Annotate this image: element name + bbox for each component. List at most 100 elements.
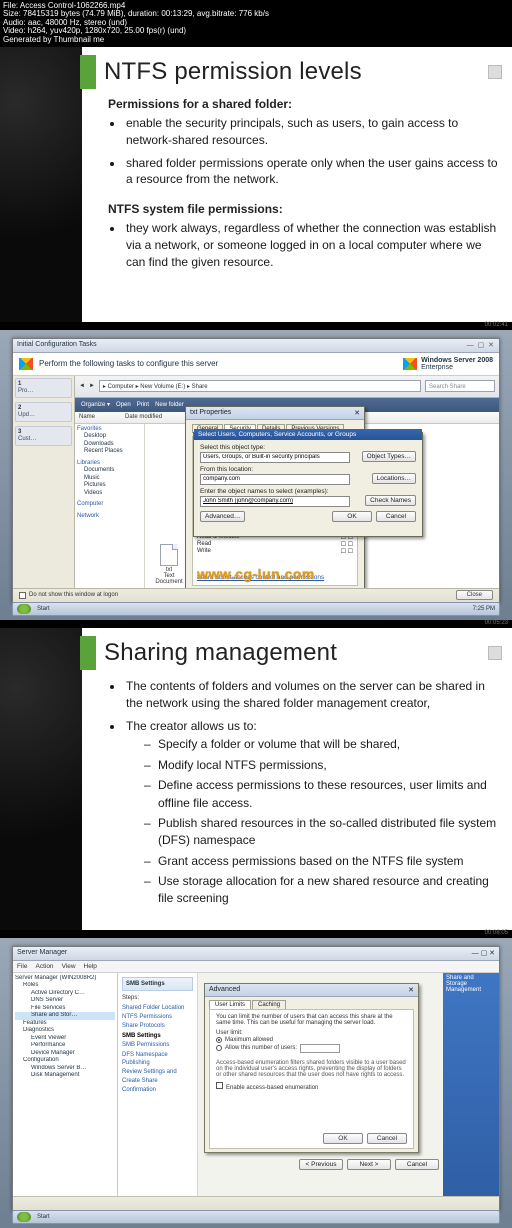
menu-help[interactable]: Help <box>84 963 97 970</box>
tree-item[interactable]: Music <box>77 475 142 483</box>
advanced-button[interactable]: Advanced… <box>200 511 245 522</box>
help-link[interactable]: Learn about access control and permissio… <box>197 574 324 581</box>
tb-newfolder[interactable]: New folder <box>155 402 184 408</box>
menu-file[interactable]: File <box>17 963 27 970</box>
radio-max-allowed[interactable]: Maximum allowed <box>216 1037 407 1043</box>
object-names-input[interactable] <box>200 496 350 507</box>
window-titlebar[interactable]: Server Manager — ▢ ✕ <box>13 947 499 961</box>
sub-bullet: Define access permissions to these resou… <box>144 777 502 812</box>
tree-group[interactable]: Network <box>77 513 142 521</box>
close-button[interactable]: Close <box>456 590 493 600</box>
dont-show-checkbox[interactable]: Do not show this window at logon <box>19 592 118 599</box>
tree-item[interactable]: Roles <box>15 982 115 990</box>
previous-button[interactable]: < Previous <box>299 1159 343 1170</box>
perm-item: Write <box>197 548 211 555</box>
menu-bar[interactable]: File Action View Help <box>13 961 499 973</box>
tree-item[interactable]: Recent Places <box>77 448 142 456</box>
tree-item[interactable]: File Services <box>15 1005 115 1013</box>
tree-item[interactable]: Event Viewer <box>15 1035 115 1043</box>
nav-back-icon[interactable]: ◄ <box>79 383 85 389</box>
cancel-button[interactable]: Cancel <box>395 1159 439 1170</box>
tree-item[interactable]: Pictures <box>77 482 142 490</box>
user-count-input[interactable] <box>300 1044 340 1053</box>
radio-allow-number[interactable]: Allow this number of users: <box>216 1044 407 1053</box>
menu-view[interactable]: View <box>62 963 76 970</box>
tree-item-selected[interactable]: Share and Stor… <box>15 1012 115 1020</box>
step-item[interactable]: Confirmation <box>122 1086 193 1094</box>
task-item[interactable]: Upd… <box>18 412 69 418</box>
tb-open[interactable]: Open <box>116 402 131 408</box>
status-bar <box>13 1196 499 1210</box>
tab-user-limits[interactable]: User Limits <box>209 1000 251 1009</box>
taskbar[interactable]: Start <box>12 1210 500 1224</box>
close-icon[interactable] <box>488 65 502 79</box>
menu-action[interactable]: Action <box>35 963 53 970</box>
tree-item[interactable]: Features <box>15 1020 115 1028</box>
search-input[interactable]: Search Share <box>425 380 495 392</box>
tree-item[interactable]: Diagnostics <box>15 1027 115 1035</box>
tree-item[interactable]: Configuration <box>15 1057 115 1065</box>
object-type-input[interactable] <box>200 452 350 463</box>
file-item[interactable]: txt Text Document <box>149 544 189 585</box>
step-item[interactable]: NTFS Permissions <box>122 1013 193 1021</box>
tree-group[interactable]: Libraries <box>77 460 142 468</box>
locations-button[interactable]: Locations… <box>372 473 416 484</box>
dialog-advanced[interactable]: Advanced✕ User Limits Caching You can li… <box>204 983 419 1153</box>
tb-print[interactable]: Print <box>137 402 149 408</box>
tb-organize[interactable]: Organize ▾ <box>81 401 110 408</box>
dialog-select-users[interactable]: Select Users, Computers, Service Account… <box>193 432 423 537</box>
tree-item[interactable]: DNS Server <box>15 997 115 1005</box>
tree-item[interactable]: Device Manager <box>15 1050 115 1058</box>
wizard-buttons: < Previous Next > Cancel <box>204 1159 439 1170</box>
next-button[interactable]: Next > <box>347 1159 391 1170</box>
tree-item[interactable]: Active Directory C… <box>15 990 115 998</box>
nav-fwd-icon[interactable]: ► <box>89 383 95 389</box>
tree-group[interactable]: Computer <box>77 501 142 509</box>
window-controls[interactable]: — ▢ ✕ <box>472 949 495 958</box>
tree-root[interactable]: Server Manager (WIN2008R2) <box>15 975 115 983</box>
close-icon[interactable]: ✕ <box>354 409 360 417</box>
close-icon[interactable] <box>488 646 502 660</box>
field-label: User limit: <box>216 1030 407 1036</box>
step-item-current[interactable]: SMB Settings <box>122 1032 193 1040</box>
slide-title: Sharing management <box>104 639 337 667</box>
task-item[interactable]: Pro… <box>18 388 69 394</box>
task-item[interactable]: Cust… <box>18 436 69 442</box>
col-date[interactable]: Date modified <box>125 414 162 420</box>
step-item[interactable]: Review Settings and Create Share <box>122 1068 193 1085</box>
ok-button[interactable]: OK <box>323 1133 363 1144</box>
abe-checkbox[interactable]: Enable access-based enumeration <box>216 1082 407 1091</box>
tree-item[interactable]: Desktop <box>77 433 142 441</box>
tree-item[interactable]: Performance <box>15 1042 115 1050</box>
windows-logo-icon <box>403 358 417 370</box>
start-button[interactable] <box>17 1212 31 1222</box>
cancel-button[interactable]: Cancel <box>367 1133 407 1144</box>
start-button[interactable] <box>17 604 31 614</box>
check-names-button[interactable]: Check Names <box>365 495 416 506</box>
tree-group[interactable]: Favorites <box>77 426 142 434</box>
location-input[interactable] <box>200 474 350 485</box>
taskbar[interactable]: Start 7:25 PM <box>12 602 500 616</box>
tree-item[interactable]: Downloads <box>77 441 142 449</box>
tree-item[interactable]: Documents <box>77 467 142 475</box>
dialog-title: txt Properties <box>190 409 231 417</box>
tab-caching[interactable]: Caching <box>252 1000 286 1009</box>
col-name[interactable]: Name <box>79 414 95 420</box>
window-controls[interactable]: — ▢ ✕ <box>467 341 495 350</box>
tree-item[interactable]: Windows Server B… <box>15 1065 115 1073</box>
step-item[interactable]: SMB Permissions <box>122 1041 193 1049</box>
window-titlebar[interactable]: Initial Configuration Tasks — ▢ ✕ <box>13 339 499 353</box>
tree-item[interactable]: Disk Management <box>15 1072 115 1080</box>
wizard-header: SMB Settings <box>122 977 193 991</box>
object-types-button[interactable]: Object Types… <box>362 451 416 462</box>
step-item[interactable]: DFS Namespace Publishing <box>122 1051 193 1068</box>
step-item[interactable]: Share Protocols <box>122 1022 193 1030</box>
nav-tree[interactable]: Server Manager (WIN2008R2) Roles Active … <box>13 973 118 1196</box>
step-item[interactable]: Shared Folder Location <box>122 1004 193 1012</box>
bullet: enable the security principals, such as … <box>124 115 502 149</box>
cancel-button[interactable]: Cancel <box>376 511 416 522</box>
breadcrumb[interactable]: ▸ Computer ▸ New Volume (E:) ▸ Share <box>99 380 421 392</box>
ok-button[interactable]: OK <box>332 511 372 522</box>
close-icon[interactable]: ✕ <box>408 986 414 994</box>
tree-item[interactable]: Videos <box>77 490 142 498</box>
